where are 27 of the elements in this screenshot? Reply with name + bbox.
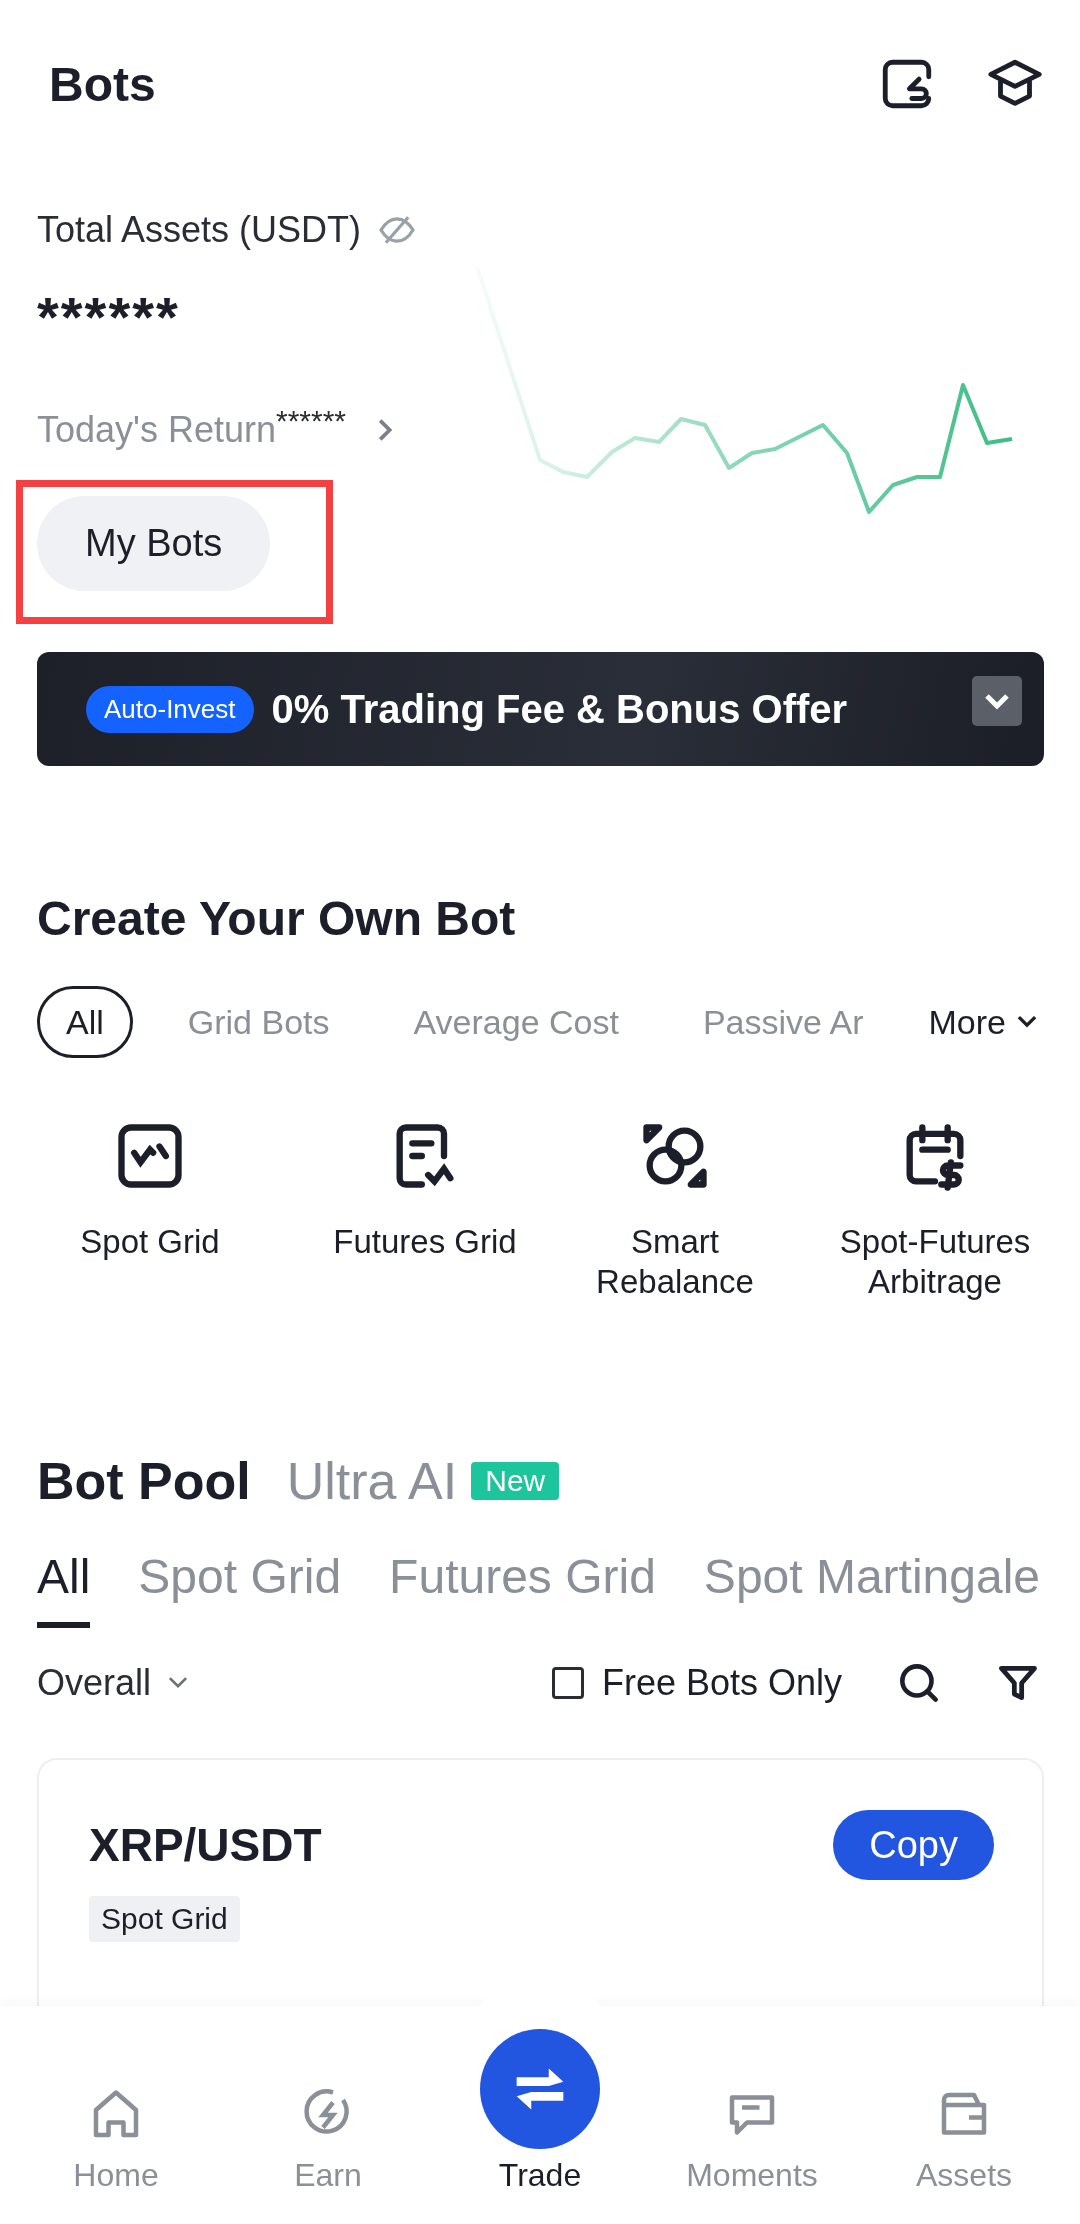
bot-type-label[interactable]: Spot Grid [80, 1222, 220, 1262]
bot-type-label[interactable]: Spot-Futures Arbitrage [815, 1222, 1055, 1302]
pool-tab[interactable]: All [37, 1549, 91, 1629]
banner-text: 0% Trading Fee & Bonus Offer [271, 686, 849, 732]
bot-type-label[interactable]: Smart Rebalance [555, 1222, 795, 1302]
new-badge: New [471, 1462, 560, 1501]
pair-name: XRP/USDT [89, 1818, 322, 1873]
chevron-down-icon[interactable] [972, 676, 1022, 726]
bot-type-tag: Spot Grid [89, 1896, 240, 1943]
total-assets-label: Total Assets (USDT) [37, 209, 362, 251]
todays-return-value: ****** [276, 404, 347, 437]
todays-return-label: Today's Return [37, 409, 276, 451]
section-title: Bot Pool [37, 1451, 251, 1512]
sort-dropdown[interactable]: Overall [37, 1662, 192, 1705]
free-bots-label[interactable]: Free Bots Only [601, 1662, 842, 1705]
eye-off-icon[interactable] [377, 214, 418, 246]
bot-type-label[interactable]: Futures Grid [333, 1222, 517, 1262]
checkbox[interactable] [551, 1667, 584, 1700]
section-title: Create Your Own Bot [37, 891, 517, 946]
filter-chip[interactable]: All [37, 986, 133, 1058]
promo-banner[interactable]: Auto-Invest 0% Trading Fee & Bonus Offer [37, 652, 1044, 766]
page-title: Bots [49, 56, 156, 112]
my-bots-button[interactable]: My Bots [37, 496, 271, 591]
auto-invest-badge: Auto-Invest [86, 685, 254, 733]
nav-tab[interactable]: Trade [440, 2029, 640, 2194]
copy-button[interactable]: Copy [833, 1810, 994, 1881]
total-assets-value: ****** [37, 284, 180, 350]
